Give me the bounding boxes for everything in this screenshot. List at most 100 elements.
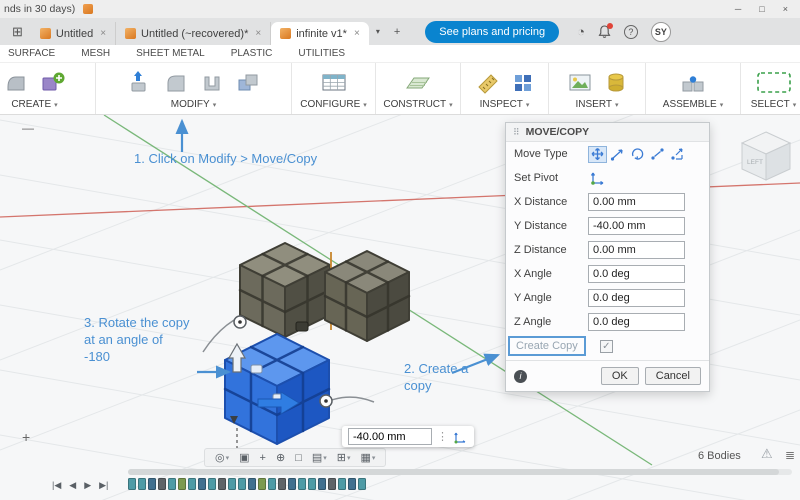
move-type-point-to-position-button[interactable] [668,146,687,163]
modify-menu-button[interactable]: MODIFY ▾ [171,99,216,110]
combine-icon[interactable] [236,70,260,94]
ok-button[interactable]: OK [600,367,639,385]
joint-icon[interactable] [680,70,706,94]
maximize-button[interactable]: □ [759,4,764,14]
notifications-bell-icon[interactable] [598,22,613,39]
tab-untitled-recovered[interactable]: Untitled (~recovered)* × [116,22,272,45]
ribbon-tab-surface[interactable]: SURFACE [8,48,55,59]
configure-menu-button[interactable]: CONFIGURE ▾ [300,99,367,110]
timeline-feature-icon[interactable] [268,478,276,490]
display-settings[interactable]: ▤ ▾ [309,451,330,464]
fillet-icon[interactable] [164,70,188,94]
job-status-icon[interactable]: ◔ [577,24,585,39]
selection-box-icon[interactable] [754,69,794,95]
create-form-icon[interactable] [4,70,28,94]
shell-icon[interactable] [200,70,224,94]
move-type-point-to-point-button[interactable] [648,146,667,163]
y-distance-input[interactable] [588,217,685,235]
dialog-header[interactable]: ⠿ MOVE/COPY [506,123,709,142]
pan-tool[interactable]: + [257,452,269,464]
ribbon-tab-sheet-metal[interactable]: SHEET METAL [136,48,205,59]
orbit-tool[interactable]: ◎ ▾ [212,451,232,464]
skip-end-button[interactable]: ▶| [99,480,108,491]
warning-icon[interactable]: ⚠ [761,446,773,462]
ribbon-tab-utilities[interactable]: UTILITIES [298,48,345,59]
viewports-settings[interactable]: ▦ ▾ [358,451,379,464]
move-type-rotate-button[interactable] [628,146,647,163]
press-pull-icon[interactable] [128,70,152,94]
timeline-feature-icon[interactable] [228,478,236,490]
grid-settings[interactable]: ⊞ ▾ [334,451,354,464]
timeline-feature-icon[interactable] [298,478,306,490]
zoom-tool[interactable]: ⊕ [273,451,288,464]
set-pivot-button[interactable] [588,169,608,187]
help-icon[interactable]: ? [623,24,638,39]
app-grid-icon[interactable]: ⊞ [4,24,31,40]
close-window-button[interactable]: × [783,4,788,14]
tab-overflow-icon[interactable]: ▾ [369,27,387,36]
close-icon[interactable]: × [100,28,106,39]
timeline-feature-icon[interactable] [278,478,286,490]
timeline-feature-icon[interactable] [358,478,366,490]
measure-icon[interactable] [476,70,500,94]
z-distance-input[interactable] [588,241,685,259]
see-plans-button[interactable]: See plans and pricing [425,20,560,43]
timeline-feature-icon[interactable] [198,478,206,490]
timeline-feature-icon[interactable] [238,478,246,490]
configuration-table-icon[interactable] [320,70,348,94]
x-distance-input[interactable] [588,193,685,211]
user-avatar[interactable]: SY [650,21,671,42]
timeline-scrollbar[interactable] [128,469,792,475]
axis-reference-icon[interactable] [453,430,468,444]
assemble-menu-button[interactable]: ASSEMBLE ▾ [663,99,723,110]
close-icon[interactable]: × [354,28,360,39]
move-type-translate-button[interactable] [608,146,627,163]
timeline-feature-icon[interactable] [138,478,146,490]
cancel-button[interactable]: Cancel [644,367,701,385]
face-handle[interactable] [250,364,263,374]
mcmaster-part-icon[interactable] [605,70,627,94]
play-button[interactable]: ▶ [84,480,91,491]
layers-icon[interactable]: ≣ [785,448,795,462]
browser-expand-button[interactable]: + [22,429,30,445]
ribbon-tab-mesh[interactable]: MESH [81,48,110,59]
edge-handle[interactable] [295,321,309,332]
browser-collapse-button[interactable]: — [22,121,34,135]
viewport[interactable]: LEFT — + 1. Click on Modify > Move/Copy … [0,115,800,500]
tab-untitled[interactable]: Untitled × [31,22,117,45]
timeline-feature-icon[interactable] [218,478,226,490]
timeline-feature-icon[interactable] [308,478,316,490]
create-menu-button[interactable]: CREATE ▾ [11,99,57,110]
step-back-button[interactable]: ◀ [69,480,76,491]
timeline-feature-icon[interactable] [148,478,156,490]
timeline-feature-icon[interactable] [158,478,166,490]
timeline-feature-icon[interactable] [348,478,356,490]
distance-value-input[interactable] [348,428,432,445]
model-body-dark-left[interactable] [239,242,331,338]
timeline-feature-icon[interactable] [188,478,196,490]
info-icon[interactable]: i [514,369,527,383]
construction-plane-icon[interactable] [404,70,432,94]
y-angle-input[interactable] [588,289,685,307]
section-analysis-icon[interactable] [512,70,534,94]
canvas-image-icon[interactable] [567,70,593,94]
inspect-menu-button[interactable]: INSPECT ▾ [480,99,530,110]
create-copy-checkbox[interactable] [599,339,613,353]
minimize-button[interactable]: ─ [735,4,741,14]
timeline-feature-icon[interactable] [288,478,296,490]
skip-start-button[interactable]: |◀ [52,480,61,491]
fit-tool[interactable]: □ [292,452,305,464]
close-icon[interactable]: × [255,28,261,39]
timeline-feature-icon[interactable] [248,478,256,490]
timeline-feature-icon[interactable] [258,478,266,490]
new-tab-button[interactable]: + [387,26,407,38]
timeline-feature-icon[interactable] [328,478,336,490]
tab-infinite-v1[interactable]: infinite v1* × [271,22,369,45]
timeline-feature-icon[interactable] [168,478,176,490]
move-type-free-button[interactable] [588,145,607,163]
timeline-feature-icon[interactable] [178,478,186,490]
x-angle-input[interactable] [588,265,685,283]
timeline-feature-icon[interactable] [318,478,326,490]
insert-menu-button[interactable]: INSERT ▾ [575,99,618,110]
look-at-tool[interactable]: ▣ [236,451,252,464]
